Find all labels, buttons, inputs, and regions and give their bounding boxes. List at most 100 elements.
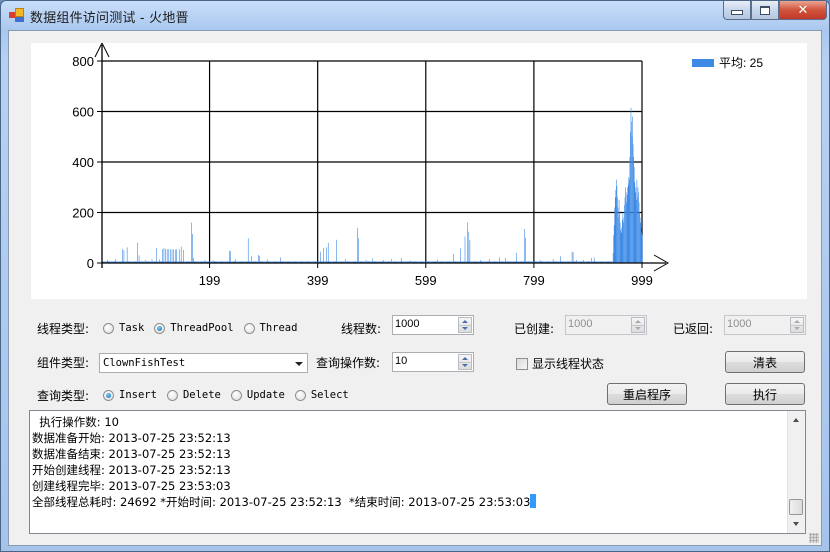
log-scrollbar[interactable] xyxy=(787,411,805,533)
bar xyxy=(192,233,193,263)
radio-indicator xyxy=(294,389,306,401)
bar xyxy=(636,179,638,263)
minimize-button[interactable] xyxy=(723,1,751,20)
bar xyxy=(634,192,636,263)
bar xyxy=(323,247,324,263)
bar xyxy=(624,197,626,263)
thread-type-threadpool-radio[interactable]: ThreadPool xyxy=(154,322,234,334)
bar xyxy=(247,238,249,263)
chart-grid xyxy=(102,60,643,263)
bar xyxy=(622,212,624,263)
query-ops-label: 查询操作数: xyxy=(316,356,381,370)
scroll-down-icon[interactable] xyxy=(793,522,799,526)
bar xyxy=(623,217,625,263)
resize-grip[interactable] xyxy=(809,533,819,543)
thread-type-thread-radio[interactable]: Thread xyxy=(243,322,297,334)
clear-table-button[interactable]: 清表 xyxy=(725,351,805,373)
execute-button[interactable]: 执行 xyxy=(725,383,805,405)
title-bar[interactable]: 数据组件访问测试 - 火地晋 ✕ xyxy=(1,1,829,29)
radio-indicator xyxy=(230,389,242,401)
bar xyxy=(176,249,177,263)
log-output[interactable]: 执行操作数: 10 数据准备开始: 2013-07-25 23:52:13 数据准备… xyxy=(29,410,806,534)
minimize-icon xyxy=(731,10,743,15)
bar xyxy=(320,251,321,263)
bar xyxy=(633,156,634,263)
bar xyxy=(616,185,618,263)
bar xyxy=(632,144,634,263)
x-tick-label: 199 xyxy=(199,273,221,288)
client-area: 0 200 400 600 800 199 399 599 799 999 平均: 25 线程类… xyxy=(8,30,822,546)
legend-label: 平均: 25 xyxy=(719,56,763,70)
spin-down-icon xyxy=(462,364,468,367)
y-tick-label: 0 xyxy=(87,256,94,271)
query-type-select-radio[interactable]: Select xyxy=(294,389,349,401)
bar xyxy=(613,225,615,263)
bar xyxy=(571,251,573,263)
bar xyxy=(400,257,402,263)
thread-type-label: 线程类型: xyxy=(37,322,90,336)
created-input: 1000 xyxy=(565,315,647,335)
thread-count-input[interactable]: 1000 xyxy=(392,315,474,335)
thread-count-label: 线程数: xyxy=(341,322,382,336)
thread-count-spinner[interactable] xyxy=(458,317,472,333)
bar xyxy=(617,207,619,263)
radio-indicator xyxy=(103,322,114,334)
maximize-icon xyxy=(760,5,770,15)
returned-input: 1000 xyxy=(724,315,806,335)
log-line: 创建线程完毕: 2013-07-25 23:53:03 xyxy=(32,479,231,493)
bar xyxy=(637,197,638,263)
restart-button[interactable]: 重启程序 xyxy=(607,383,687,405)
y-tick-labels: 0 200 400 600 800 xyxy=(72,54,94,271)
bar xyxy=(168,249,170,263)
query-ops-input[interactable]: 10 xyxy=(392,352,474,372)
returned-spinner xyxy=(790,317,804,333)
bar xyxy=(616,179,617,263)
bar xyxy=(629,179,630,263)
bar xyxy=(629,156,631,263)
component-type-select[interactable]: ClownFishTest xyxy=(99,353,308,373)
bar xyxy=(622,220,623,263)
radio-indicator xyxy=(154,322,166,334)
bar xyxy=(617,197,618,263)
bar xyxy=(635,187,637,263)
bar xyxy=(251,255,252,263)
bar xyxy=(630,131,631,263)
show-thread-state-label[interactable]: 显示线程状态 xyxy=(532,355,604,372)
show-thread-state-checkbox[interactable] xyxy=(516,358,528,370)
bar xyxy=(453,254,454,263)
bar xyxy=(183,249,184,263)
query-type-update-radio[interactable]: Update xyxy=(230,389,285,401)
x-tick-label: 799 xyxy=(523,273,545,288)
spin-down-icon xyxy=(794,327,800,330)
component-type-label: 组件类型: xyxy=(37,356,90,370)
query-type-delete-radio[interactable]: Delete xyxy=(166,389,221,401)
bar xyxy=(560,256,561,263)
maximize-button[interactable] xyxy=(751,1,779,20)
query-type-insert-radio[interactable]: Insert xyxy=(103,389,157,401)
bar xyxy=(468,231,470,263)
close-button[interactable]: ✕ xyxy=(779,1,827,20)
scroll-thumb[interactable] xyxy=(789,499,803,515)
spin-up-icon xyxy=(462,357,468,360)
bar xyxy=(641,232,643,263)
bar xyxy=(630,107,632,264)
bar xyxy=(229,250,230,263)
bar xyxy=(122,249,123,263)
app-window: 数据组件访问测试 - 火地晋 ✕ 0 200 400 600 800 199 399 599… xyxy=(0,0,830,552)
query-ops-spinner[interactable] xyxy=(458,354,472,370)
bar xyxy=(327,242,329,263)
bar xyxy=(163,247,165,263)
y-tick-label: 800 xyxy=(72,54,94,69)
bar xyxy=(638,192,639,263)
chart-axes xyxy=(94,41,670,272)
chart-panel: 0 200 400 600 800 199 399 599 799 999 平均: 25 xyxy=(31,41,807,299)
bar xyxy=(615,189,617,263)
radio-indicator xyxy=(243,322,255,334)
bar xyxy=(626,194,628,263)
bar xyxy=(280,257,281,263)
thread-type-task-radio[interactable]: Task xyxy=(103,322,144,334)
x-tick-label: 599 xyxy=(415,273,437,288)
x-tick-labels: 199 399 599 799 999 xyxy=(199,273,653,288)
scroll-up-icon[interactable] xyxy=(793,418,799,422)
bar xyxy=(624,204,625,263)
